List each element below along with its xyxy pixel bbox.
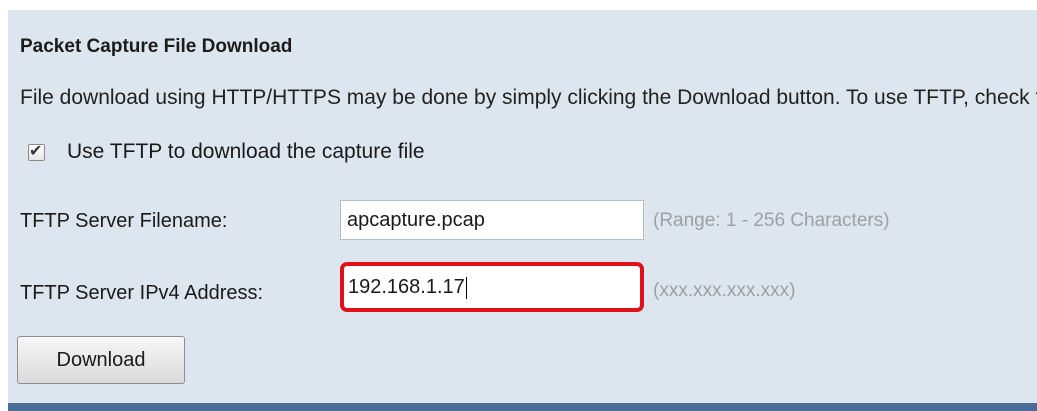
tftp-ipv4-hint: (xxx.xxx.xxx.xxx) [653, 280, 796, 301]
tftp-filename-label: TFTP Server Filename: [20, 210, 228, 232]
tftp-ipv4-input[interactable]: 192.168.1.17 [340, 262, 644, 312]
download-button[interactable]: Download [17, 336, 185, 384]
bottom-divider-bar [8, 403, 1037, 411]
tftp-filename-hint: (Range: 1 - 256 Characters) [653, 210, 890, 231]
tftp-filename-input[interactable]: apcapture.pcap [340, 200, 644, 240]
checkmark-icon: ✔ [29, 142, 43, 160]
use-tftp-option[interactable]: ✔ Use TFTP to download the capture file [28, 140, 425, 164]
packet-capture-download-panel: Packet Capture File Download File downlo… [8, 10, 1037, 404]
section-description: File download using HTTP/HTTPS may be do… [20, 86, 1037, 109]
section-title: Packet Capture File Download [20, 36, 293, 57]
tftp-ipv4-label: TFTP Server IPv4 Address: [20, 282, 264, 304]
tftp-ipv4-value: 192.168.1.17 [348, 276, 465, 298]
use-tftp-checkbox[interactable]: ✔ [28, 143, 45, 161]
use-tftp-label: Use TFTP to download the capture file [67, 140, 425, 163]
text-cursor [465, 276, 467, 299]
tftp-filename-value: apcapture.pcap [347, 209, 485, 231]
